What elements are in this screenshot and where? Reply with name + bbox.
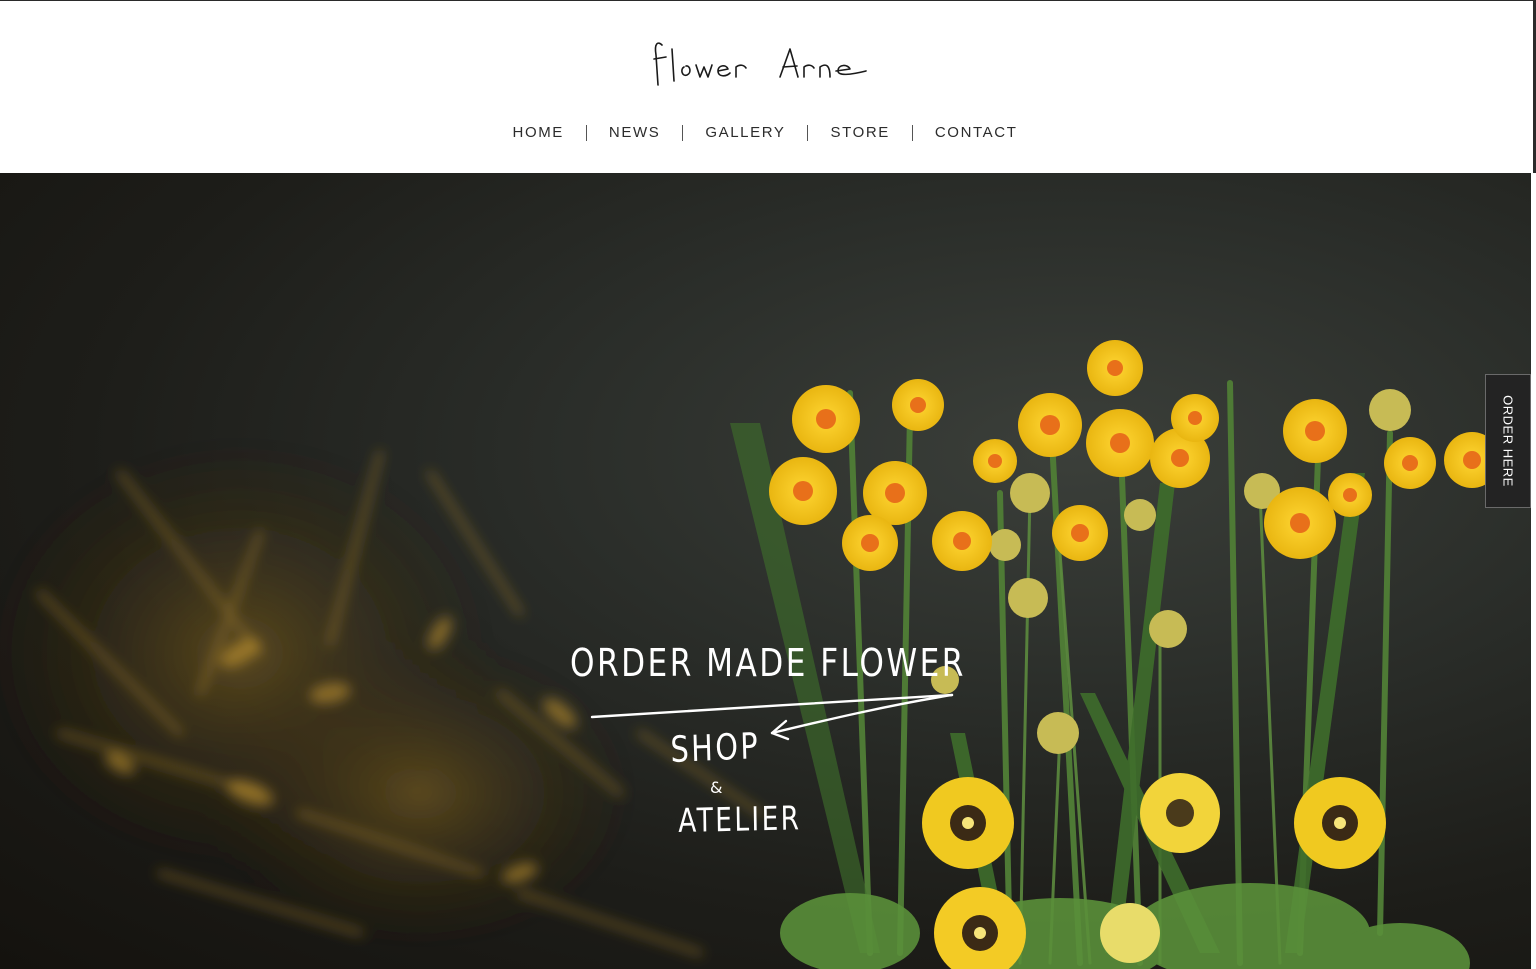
nav-contact[interactable]: CONTACT bbox=[913, 119, 1040, 147]
hero-shop: SHOP bbox=[670, 726, 761, 771]
order-here-tab[interactable]: ORDER HERE bbox=[1485, 374, 1531, 508]
site-header: HOME NEWS GALLERY STORE CONTACT bbox=[0, 1, 1536, 173]
page-edge bbox=[1531, 173, 1536, 969]
hero-logo-text: ORDER MADE FLOWER SHOP & ATELIER bbox=[560, 633, 980, 863]
hero-headline: ORDER MADE FLOWER bbox=[570, 641, 966, 685]
site-logo[interactable] bbox=[640, 31, 880, 97]
hero-image: ORDER MADE FLOWER SHOP & ATELIER bbox=[0, 173, 1531, 969]
hero-atelier: ATELIER bbox=[678, 798, 802, 840]
nav-home[interactable]: HOME bbox=[491, 119, 586, 147]
hero-ampersand: & bbox=[710, 778, 723, 797]
logo-script bbox=[653, 42, 867, 86]
nav-news[interactable]: NEWS bbox=[587, 119, 682, 147]
nav-store[interactable]: STORE bbox=[808, 119, 911, 147]
nav-gallery[interactable]: GALLERY bbox=[683, 119, 807, 147]
main-nav: HOME NEWS GALLERY STORE CONTACT bbox=[0, 119, 1530, 147]
order-here-label: ORDER HERE bbox=[1500, 395, 1516, 487]
